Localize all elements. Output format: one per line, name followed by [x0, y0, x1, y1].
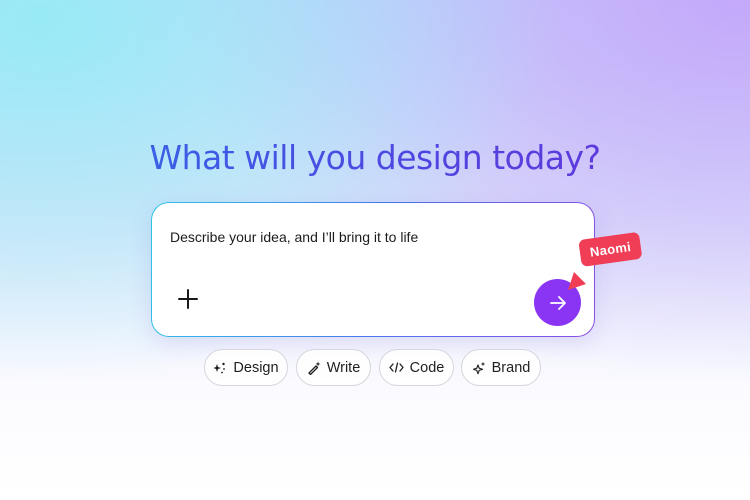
- page-title: What will you design today?: [0, 138, 750, 177]
- prompt-box[interactable]: [151, 202, 595, 337]
- arrow-right-icon: [549, 295, 566, 310]
- chip-design[interactable]: Design: [204, 349, 288, 386]
- prompt-input[interactable]: [170, 229, 550, 245]
- chip-code[interactable]: Code: [379, 349, 454, 386]
- sparkles-icon: [472, 361, 485, 374]
- chip-label: Write: [326, 359, 361, 376]
- plus-icon: [178, 289, 198, 309]
- chip-label: Brand: [491, 359, 531, 376]
- chip-brand[interactable]: Brand: [461, 349, 541, 386]
- chip-write[interactable]: Write: [296, 349, 371, 386]
- magic-pen-icon: [308, 361, 321, 375]
- chip-label: Code: [409, 359, 445, 376]
- sparkle-dots-icon: [213, 362, 226, 373]
- chip-label: Design: [233, 359, 279, 376]
- code-brackets-icon: [389, 362, 404, 373]
- collaborator-cursor-icon: [568, 272, 586, 290]
- add-button[interactable]: [176, 287, 200, 311]
